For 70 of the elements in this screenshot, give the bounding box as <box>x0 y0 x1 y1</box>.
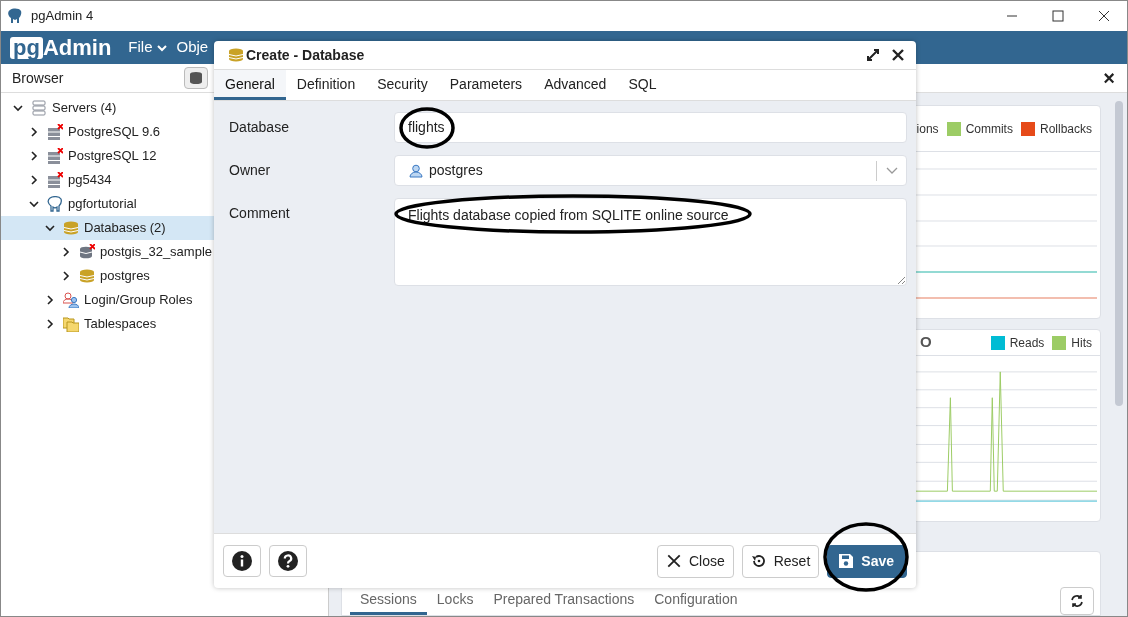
dialog-title: Create - Database <box>246 45 365 65</box>
elephant-icon <box>7 8 23 24</box>
database-icon <box>79 244 95 260</box>
help-button[interactable] <box>269 545 307 577</box>
users-icon <box>63 292 79 308</box>
close-icon[interactable] <box>892 49 904 61</box>
reset-icon <box>750 553 767 569</box>
chevron-down-icon <box>13 103 23 113</box>
panel-title: Browser <box>12 68 64 88</box>
chevron-right-icon <box>45 295 55 305</box>
chevron-right-icon <box>61 271 71 281</box>
save-icon <box>838 553 855 569</box>
annotation-ellipse <box>399 107 455 149</box>
close-tab-icon[interactable]: × <box>1103 68 1115 88</box>
chevron-down-icon <box>45 223 55 233</box>
save-button[interactable]: Save <box>827 544 907 578</box>
menu-item[interactable]: Obje <box>176 36 209 59</box>
help-icon <box>278 551 298 571</box>
field-label: Database <box>229 118 290 137</box>
comment-field[interactable]: Flights database copied from SQLITE online source <box>394 198 907 286</box>
server-icon <box>47 124 63 140</box>
text-field[interactable]: flights <box>394 112 907 143</box>
chevron-right-icon <box>61 247 71 257</box>
legend-label: Rollbacks <box>1039 120 1092 138</box>
info-button[interactable] <box>223 545 261 577</box>
database-icon <box>228 48 244 62</box>
server-icon <box>31 100 47 116</box>
close-icon <box>665 553 682 569</box>
legend-label: Reads <box>1009 334 1045 352</box>
close-button[interactable]: Close <box>656 544 734 578</box>
chevron-right-icon <box>45 319 55 329</box>
refresh-button[interactable] <box>1060 587 1094 615</box>
menu-item[interactable]: File <box>128 36 167 59</box>
chevron-right-icon <box>29 175 39 185</box>
tree-item[interactable]: Login/Group Roles <box>1 288 328 312</box>
tree-item[interactable]: postgis_32_sample <box>1 240 328 264</box>
caret-icon <box>156 42 167 53</box>
tab[interactable]: Prepared Transactions <box>483 589 645 615</box>
reset-button[interactable]: Reset <box>741 544 820 578</box>
server-icon <box>47 172 63 188</box>
chevron-down-icon <box>29 199 39 209</box>
chevron-right-icon <box>29 127 39 137</box>
refresh-icon <box>1069 593 1085 609</box>
database-icon <box>189 71 203 85</box>
folder-icon <box>63 316 79 332</box>
tree-item[interactable]: Tablespaces <box>1 312 328 336</box>
panel-title: O <box>920 332 932 353</box>
field-label: Owner <box>229 161 272 180</box>
query-tool-button[interactable] <box>184 67 208 89</box>
tab[interactable]: General <box>214 70 286 100</box>
server-icon <box>47 148 63 164</box>
chevron-right-icon <box>29 151 39 161</box>
tree-item[interactable]: postgres <box>1 264 328 288</box>
select-field[interactable]: postgres <box>394 155 907 186</box>
database-icon <box>63 220 79 236</box>
pgadmin-logo: pgAdmin <box>10 36 112 59</box>
elephant-icon <box>47 196 63 212</box>
user-icon <box>409 163 423 178</box>
tab[interactable]: Locks <box>426 589 484 615</box>
legend-label: Commits <box>965 120 1013 138</box>
resize-handle-icon <box>897 276 905 284</box>
database-icon <box>79 268 95 284</box>
scrollbar[interactable] <box>1115 101 1123 406</box>
legend-label: ions <box>916 120 939 138</box>
legend-label: Hits <box>1071 334 1092 352</box>
info-icon <box>232 551 252 571</box>
expand-icon[interactable] <box>866 48 880 62</box>
tab[interactable]: Configuration <box>644 589 748 615</box>
window-title: pgAdmin 4 <box>31 7 94 26</box>
chevron-down-icon <box>885 166 898 175</box>
